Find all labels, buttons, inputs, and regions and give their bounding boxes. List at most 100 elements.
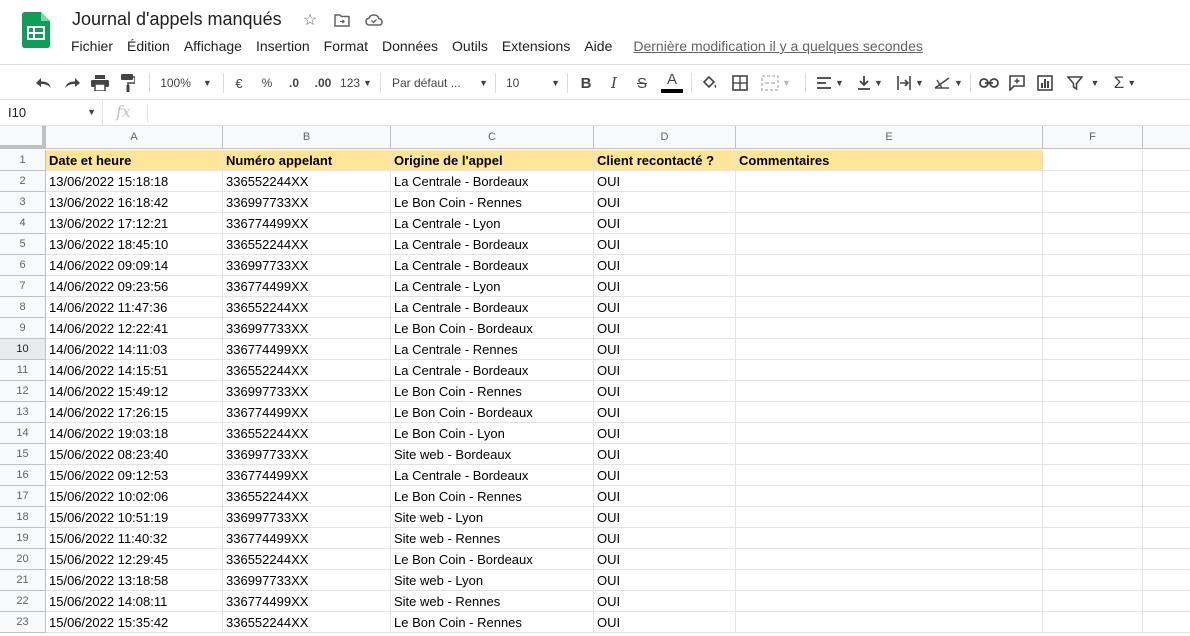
row-header[interactable]: 4 — [0, 213, 46, 234]
vertical-align-icon[interactable]: ▼ — [853, 71, 887, 95]
table-cell[interactable]: 336552244XX — [223, 486, 391, 507]
table-cell[interactable]: 336774499XX — [223, 591, 391, 612]
table-cell[interactable]: OUI — [594, 402, 736, 423]
table-cell[interactable] — [1143, 591, 1190, 612]
table-cell[interactable]: Le Bon Coin - Rennes — [391, 612, 594, 633]
table-cell[interactable] — [1143, 339, 1190, 360]
table-cell[interactable]: OUI — [594, 486, 736, 507]
table-cell[interactable]: 15/06/2022 10:02:06 — [46, 486, 223, 507]
table-cell[interactable]: 13/06/2022 18:45:10 — [46, 234, 223, 255]
row-header[interactable]: 22 — [0, 591, 46, 612]
table-cell[interactable] — [1143, 465, 1190, 486]
table-cell[interactable] — [736, 570, 1043, 591]
table-cell[interactable] — [1043, 528, 1143, 549]
header-cell[interactable]: Client recontacté ? — [594, 150, 736, 171]
table-cell[interactable]: Le Bon Coin - Rennes — [391, 381, 594, 402]
header-cell[interactable] — [1043, 150, 1143, 171]
table-cell[interactable] — [1143, 150, 1190, 171]
table-cell[interactable]: 15/06/2022 10:51:19 — [46, 507, 223, 528]
table-cell[interactable]: 336552244XX — [223, 297, 391, 318]
table-cell[interactable]: 14/06/2022 19:03:18 — [46, 423, 223, 444]
table-cell[interactable] — [1043, 507, 1143, 528]
table-cell[interactable]: 15/06/2022 13:18:58 — [46, 570, 223, 591]
menu-extensions[interactable]: Extensions — [495, 36, 577, 56]
table-cell[interactable]: 15/06/2022 12:29:45 — [46, 549, 223, 570]
row-header[interactable]: 6 — [0, 255, 46, 276]
table-cell[interactable]: 14/06/2022 09:23:56 — [46, 276, 223, 297]
functions-icon[interactable]: Σ ▼ — [1109, 71, 1141, 95]
table-cell[interactable] — [1143, 486, 1190, 507]
row-header[interactable]: 10 — [0, 339, 46, 360]
table-cell[interactable]: OUI — [594, 549, 736, 570]
text-color-icon[interactable]: A — [659, 71, 685, 95]
fill-color-icon[interactable] — [698, 71, 722, 95]
font-select[interactable]: Par défaut ... ▼ — [392, 71, 488, 95]
table-cell[interactable] — [736, 444, 1043, 465]
table-cell[interactable]: 336552244XX — [223, 612, 391, 633]
table-cell[interactable]: OUI — [594, 528, 736, 549]
table-cell[interactable]: OUI — [594, 171, 736, 192]
table-cell[interactable]: OUI — [594, 339, 736, 360]
table-cell[interactable]: Le Bon Coin - Lyon — [391, 423, 594, 444]
text-rotation-icon[interactable]: ▼ — [931, 71, 965, 95]
zoom-select[interactable]: 100% ▼ — [156, 71, 216, 95]
table-cell[interactable] — [1043, 234, 1143, 255]
table-cell[interactable]: 14/06/2022 11:47:36 — [46, 297, 223, 318]
table-cell[interactable] — [736, 486, 1043, 507]
print-icon[interactable] — [88, 71, 112, 95]
table-cell[interactable]: La Centrale - Bordeaux — [391, 234, 594, 255]
table-cell[interactable]: OUI — [594, 318, 736, 339]
table-cell[interactable] — [1143, 507, 1190, 528]
row-header[interactable]: 8 — [0, 297, 46, 318]
table-cell[interactable]: La Centrale - Bordeaux — [391, 171, 594, 192]
table-cell[interactable] — [1043, 570, 1143, 591]
table-cell[interactable]: 14/06/2022 17:26:15 — [46, 402, 223, 423]
table-cell[interactable]: La Centrale - Bordeaux — [391, 255, 594, 276]
table-cell[interactable] — [736, 381, 1043, 402]
row-header[interactable]: 13 — [0, 402, 46, 423]
menu-affichage[interactable]: Affichage — [177, 36, 249, 56]
select-all-corner[interactable] — [0, 126, 46, 149]
table-cell[interactable]: 336552244XX — [223, 423, 391, 444]
table-cell[interactable]: OUI — [594, 591, 736, 612]
table-cell[interactable]: 15/06/2022 15:35:42 — [46, 612, 223, 633]
table-cell[interactable] — [736, 297, 1043, 318]
table-cell[interactable]: 336774499XX — [223, 402, 391, 423]
table-cell[interactable] — [1043, 255, 1143, 276]
table-cell[interactable] — [1143, 381, 1190, 402]
table-cell[interactable]: Site web - Lyon — [391, 507, 594, 528]
table-cell[interactable] — [736, 213, 1043, 234]
table-cell[interactable]: 336997733XX — [223, 192, 391, 213]
table-cell[interactable]: OUI — [594, 255, 736, 276]
borders-icon[interactable] — [728, 71, 752, 95]
table-cell[interactable] — [1143, 444, 1190, 465]
table-cell[interactable] — [1043, 423, 1143, 444]
table-cell[interactable] — [1143, 528, 1190, 549]
table-cell[interactable]: OUI — [594, 381, 736, 402]
table-cell[interactable] — [1043, 612, 1143, 633]
table-cell[interactable]: 14/06/2022 09:09:14 — [46, 255, 223, 276]
table-cell[interactable]: 336774499XX — [223, 339, 391, 360]
row-header[interactable]: 3 — [0, 192, 46, 213]
menu-aide[interactable]: Aide — [577, 36, 619, 56]
table-cell[interactable]: OUI — [594, 234, 736, 255]
bold-icon[interactable]: B — [575, 71, 597, 95]
font-size-select[interactable]: 10 ▼ — [506, 71, 560, 95]
table-cell[interactable]: 336997733XX — [223, 444, 391, 465]
table-cell[interactable]: 336774499XX — [223, 465, 391, 486]
table-cell[interactable]: La Centrale - Rennes — [391, 339, 594, 360]
table-cell[interactable] — [1043, 192, 1143, 213]
table-cell[interactable] — [1143, 360, 1190, 381]
row-header[interactable]: 20 — [0, 549, 46, 570]
table-cell[interactable]: 336552244XX — [223, 234, 391, 255]
table-cell[interactable]: 13/06/2022 17:12:21 — [46, 213, 223, 234]
table-cell[interactable]: OUI — [594, 192, 736, 213]
table-cell[interactable] — [736, 276, 1043, 297]
table-cell[interactable] — [1043, 591, 1143, 612]
row-header[interactable]: 11 — [0, 360, 46, 381]
table-cell[interactable] — [1143, 570, 1190, 591]
menu-format[interactable]: Format — [317, 36, 375, 56]
table-cell[interactable] — [736, 507, 1043, 528]
row-header[interactable]: 2 — [0, 171, 46, 192]
header-cell[interactable]: Origine de l'appel — [391, 150, 594, 171]
